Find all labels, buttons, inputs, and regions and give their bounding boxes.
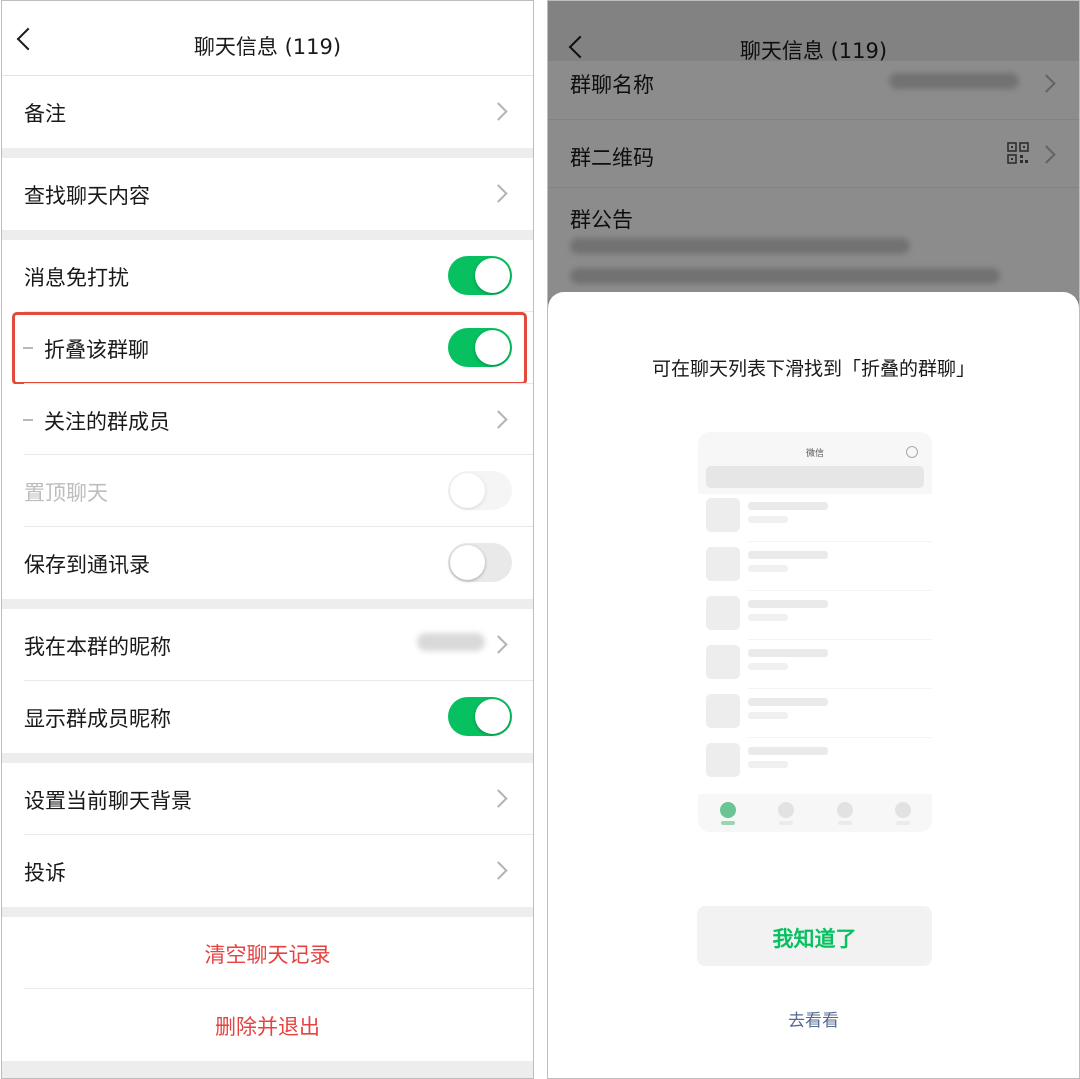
list-item bbox=[706, 690, 932, 738]
row-label: 保存到通讯录 bbox=[24, 553, 150, 577]
illustration-search-bar bbox=[706, 466, 924, 488]
bottom-sheet: 可在聊天列表下滑找到「折叠的群聊」 微信 我知道了 去看看 bbox=[548, 292, 1079, 1078]
show-nicknames-toggle[interactable] bbox=[448, 697, 512, 736]
row-label: 查找聊天内容 bbox=[24, 184, 150, 208]
row-my-nickname[interactable]: 我在本群的昵称 bbox=[2, 609, 533, 681]
list-item bbox=[706, 592, 932, 640]
highlight-box bbox=[12, 312, 527, 385]
row-complain[interactable]: 投诉 bbox=[2, 835, 533, 907]
page-title: 聊天信息 (119) bbox=[193, 35, 342, 59]
toggle-knob bbox=[450, 545, 485, 580]
right-screen: 聊天信息 (119) 群聊名称 群二维码 群公告 可在聊天列表下滑找到「折叠的群… bbox=[547, 0, 1080, 1079]
chevron-right-icon bbox=[489, 635, 508, 654]
row-mute: 消息免打扰 bbox=[2, 240, 533, 312]
toggle-knob bbox=[450, 473, 485, 508]
clear-history-button[interactable]: 清空聊天记录 bbox=[2, 917, 533, 989]
nav-bar: 聊天信息 (119) bbox=[2, 1, 533, 76]
contacts-tab-icon bbox=[778, 802, 794, 818]
row-remark[interactable]: 备注 bbox=[2, 76, 533, 148]
plus-circle-icon bbox=[906, 446, 918, 458]
row-search-chat[interactable]: 查找聊天内容 bbox=[2, 158, 533, 230]
toggle-knob bbox=[475, 699, 510, 734]
illustration-title: 微信 bbox=[805, 449, 824, 459]
row-sticky: 置顶聊天 bbox=[2, 455, 533, 527]
toggle-knob bbox=[475, 258, 510, 293]
chevron-right-icon bbox=[489, 184, 508, 203]
button-label: 清空聊天记录 bbox=[204, 943, 331, 967]
sheet-heading: 可在聊天列表下滑找到「折叠的群聊」 bbox=[651, 358, 975, 380]
list-item bbox=[706, 543, 932, 591]
save-contacts-toggle[interactable] bbox=[448, 543, 512, 582]
row-label: 投诉 bbox=[24, 861, 66, 885]
delete-exit-button[interactable]: 删除并退出 bbox=[2, 989, 533, 1061]
chat-tab-icon bbox=[720, 802, 736, 818]
button-label: 我知道了 bbox=[772, 927, 857, 951]
nickname-value-blurred bbox=[417, 633, 485, 651]
row-label: 我在本群的昵称 bbox=[24, 635, 171, 659]
chat-list-illustration: 微信 bbox=[698, 432, 932, 832]
row-label: 显示群成员昵称 bbox=[24, 707, 171, 731]
row-label: 置顶聊天 bbox=[24, 481, 108, 505]
sticky-toggle[interactable] bbox=[448, 471, 512, 510]
list-item bbox=[706, 641, 932, 689]
go-see-link[interactable]: 去看看 bbox=[548, 1006, 1079, 1031]
discover-tab-icon bbox=[837, 802, 853, 818]
got-it-button[interactable]: 我知道了 bbox=[697, 906, 932, 966]
row-show-nicknames: 显示群成员昵称 bbox=[2, 681, 533, 753]
list-item bbox=[706, 494, 932, 542]
chevron-right-icon bbox=[489, 410, 508, 429]
button-label: 删除并退出 bbox=[215, 1015, 320, 1039]
row-follow-members[interactable]: 关注的群成员 bbox=[2, 384, 533, 456]
illustration-list bbox=[698, 494, 932, 794]
left-screen: 聊天信息 (119) 备注 查找聊天内容 消息免打扰 折叠该群聊 关注的群成员 … bbox=[1, 0, 534, 1079]
mute-toggle[interactable] bbox=[448, 256, 512, 295]
chevron-right-icon bbox=[489, 861, 508, 880]
row-label: 消息免打扰 bbox=[24, 266, 129, 290]
me-tab-icon bbox=[895, 802, 911, 818]
row-label: 关注的群成员 bbox=[44, 410, 170, 434]
list-item bbox=[706, 739, 932, 787]
indent-dash bbox=[23, 419, 33, 421]
chevron-right-icon bbox=[489, 102, 508, 121]
chevron-right-icon bbox=[489, 789, 508, 808]
row-label: 备注 bbox=[24, 102, 66, 126]
illustration-tab-bar bbox=[698, 794, 932, 832]
row-save-contacts: 保存到通讯录 bbox=[2, 527, 533, 599]
row-set-background[interactable]: 设置当前聊天背景 bbox=[2, 763, 533, 835]
row-label: 设置当前聊天背景 bbox=[24, 789, 192, 813]
